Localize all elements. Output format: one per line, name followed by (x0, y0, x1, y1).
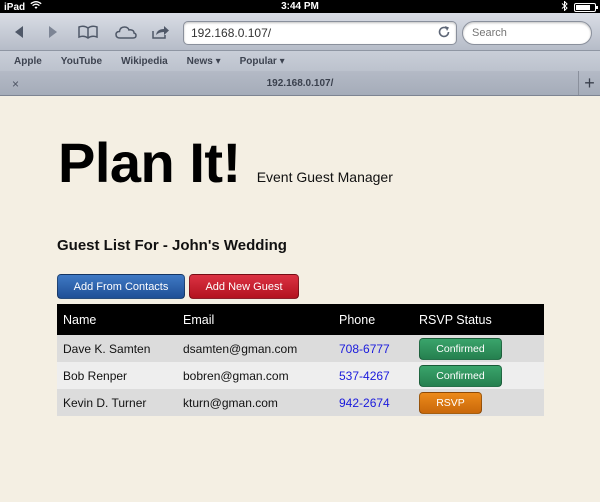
guest-table: Name Email Phone RSVP Status Dave K. Sam… (57, 304, 544, 416)
battery-icon (574, 3, 598, 12)
rsvp-cell: Confirmed (419, 362, 544, 389)
brand-header: Plan It! Event Guest Manager (58, 135, 393, 191)
search-input[interactable] (463, 22, 581, 44)
icloud-tabs-button[interactable] (113, 21, 139, 43)
guest-name: Dave K. Samten (63, 341, 151, 356)
bookmark-apple[interactable]: Apple (14, 56, 42, 67)
back-button[interactable] (8, 21, 30, 43)
browser-toolbar (0, 13, 600, 51)
table-row: Bob Renper bobren@gman.com 537-4267 Conf… (57, 362, 544, 389)
guest-email: dsamten@gman.com (183, 341, 298, 356)
tab-title[interactable]: 192.168.0.107/ (0, 78, 600, 89)
table-row: Kevin D. Turner kturn@gman.com 942-2674 … (57, 389, 544, 416)
table-row: Dave K. Samten dsamten@gman.com 708-6777… (57, 335, 544, 362)
header-email: Email (183, 312, 215, 327)
header-name: Name (63, 312, 97, 327)
rsvp-status-button[interactable]: RSVP (419, 391, 482, 414)
bookmark-youtube[interactable]: YouTube (61, 56, 102, 67)
share-button[interactable] (150, 21, 172, 43)
book-icon (78, 25, 98, 39)
header-rsvp-status: RSVP Status (419, 312, 492, 327)
status-bar: iPad 3:44 PM (0, 0, 600, 13)
guest-name: Bob Renper (63, 368, 128, 383)
guest-email: kturn@gman.com (183, 395, 278, 410)
bookmarks-bar: Apple YouTube Wikipedia News ▾ Popular ▾ (0, 51, 600, 71)
tab-bar: × 192.168.0.107/ + (0, 71, 600, 96)
header-phone: Phone (339, 312, 376, 327)
add-from-contacts-button[interactable]: Add From Contacts (57, 274, 185, 299)
rsvp-status-button[interactable]: Confirmed (419, 364, 502, 387)
guest-phone-link[interactable]: 708-6777 (339, 335, 419, 362)
new-tab-button[interactable]: + (578, 71, 600, 95)
page-content: Plan It! Event Guest Manager Guest List … (0, 97, 600, 502)
search-field[interactable] (462, 21, 592, 45)
forward-arrow-icon (49, 26, 57, 38)
guest-phone-link[interactable]: 537-4267 (339, 362, 419, 389)
app-subtitle: Event Guest Manager (256, 169, 393, 185)
back-arrow-icon (15, 26, 23, 38)
app-title: Plan It! (58, 131, 241, 194)
guest-phone-link[interactable]: 942-2674 (339, 389, 419, 416)
url-input[interactable] (184, 22, 424, 44)
cloud-icon (115, 26, 137, 39)
guest-list-title: Guest List For - John's Wedding (57, 237, 287, 254)
guest-email: bobren@gman.com (183, 368, 289, 383)
share-icon (152, 26, 169, 39)
rsvp-status-button[interactable]: Confirmed (419, 337, 502, 360)
add-new-guest-button[interactable]: Add New Guest (189, 274, 299, 299)
address-bar[interactable] (183, 21, 457, 45)
bookmark-wikipedia[interactable]: Wikipedia (121, 56, 168, 67)
reload-icon[interactable] (437, 25, 451, 44)
forward-button[interactable] (42, 21, 64, 43)
bookmarks-button[interactable] (77, 21, 99, 43)
clock: 3:44 PM (281, 1, 319, 12)
guest-name: Kevin D. Turner (63, 395, 147, 410)
bookmark-popular-folder[interactable]: Popular ▾ (240, 56, 285, 67)
bookmark-news-folder[interactable]: News ▾ (187, 56, 221, 67)
rsvp-cell: RSVP (419, 389, 544, 416)
table-header-row: Name Email Phone RSVP Status (57, 304, 544, 335)
rsvp-cell: Confirmed (419, 335, 544, 362)
